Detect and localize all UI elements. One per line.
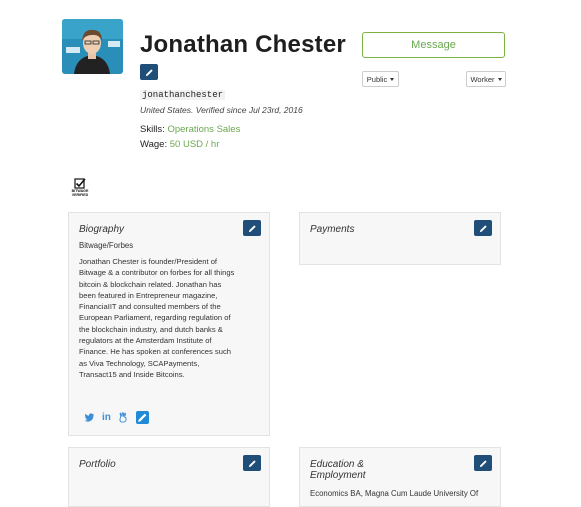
education-title-line1: Education & [310, 459, 364, 470]
wage-value: 50 USD / hr [169, 139, 220, 150]
skills-label: Skills: [140, 124, 165, 135]
caret-down-icon [390, 77, 395, 81]
skills-row: Skills: Operations Sales [140, 124, 240, 135]
badge-text-line2: VERIFIED [71, 193, 89, 198]
pencil-icon [248, 224, 256, 232]
edit-biography-button[interactable] [243, 220, 261, 236]
profile-name: Jonathan Chester [140, 31, 346, 58]
pencil-icon [137, 413, 147, 422]
education-card: Education & Employment Economics BA, Mag… [299, 447, 501, 507]
education-title: Education & Employment [310, 459, 366, 481]
message-button[interactable]: Message [362, 32, 505, 58]
pencil-icon [248, 459, 256, 467]
edit-profile-button[interactable] [140, 64, 158, 80]
skills-value[interactable]: Operations Sales [167, 124, 240, 135]
biography-card: Biography Bitwage/Forbes Jonathan Cheste… [68, 212, 270, 436]
linkedin-icon[interactable]: in [102, 412, 111, 423]
username-handle: jonathanchester [140, 90, 226, 100]
wage-row: Wage: 50 USD / hr [140, 139, 219, 150]
edit-payments-button[interactable] [474, 220, 492, 236]
payments-title: Payments [310, 224, 355, 235]
visibility-label: Public [366, 74, 388, 84]
angellist-icon[interactable] [118, 412, 129, 423]
caret-down-icon [497, 77, 502, 81]
payments-card: Payments [299, 212, 501, 265]
bitwage-verified-badge: BITWAGE VERIFIED [71, 178, 89, 200]
edit-social-links-button[interactable] [135, 411, 149, 424]
biography-text: Jonathan Chester is founder/President of… [79, 257, 235, 379]
education-text: Economics BA, Magna Cum Laude University… [310, 489, 479, 498]
social-links: in [84, 411, 149, 424]
role-dropdown[interactable]: Worker [466, 71, 506, 87]
portfolio-title: Portfolio [79, 459, 116, 470]
pencil-icon [479, 459, 487, 467]
pencil-icon [145, 68, 153, 76]
edit-education-button[interactable] [474, 455, 492, 471]
avatar [62, 19, 123, 74]
wage-label: Wage: [140, 139, 168, 150]
verification-location: United States. Verified since Jul 23rd, … [140, 105, 303, 115]
pencil-icon [479, 224, 487, 232]
education-title-line2: Employment [310, 470, 366, 481]
biography-subtitle: Bitwage/Forbes [79, 241, 134, 250]
edit-portfolio-button[interactable] [243, 455, 261, 471]
portfolio-card: Portfolio [68, 447, 270, 507]
twitter-icon[interactable] [84, 412, 95, 423]
role-label: Worker [470, 74, 495, 84]
visibility-dropdown[interactable]: Public [362, 71, 399, 87]
biography-title: Biography [79, 224, 125, 235]
